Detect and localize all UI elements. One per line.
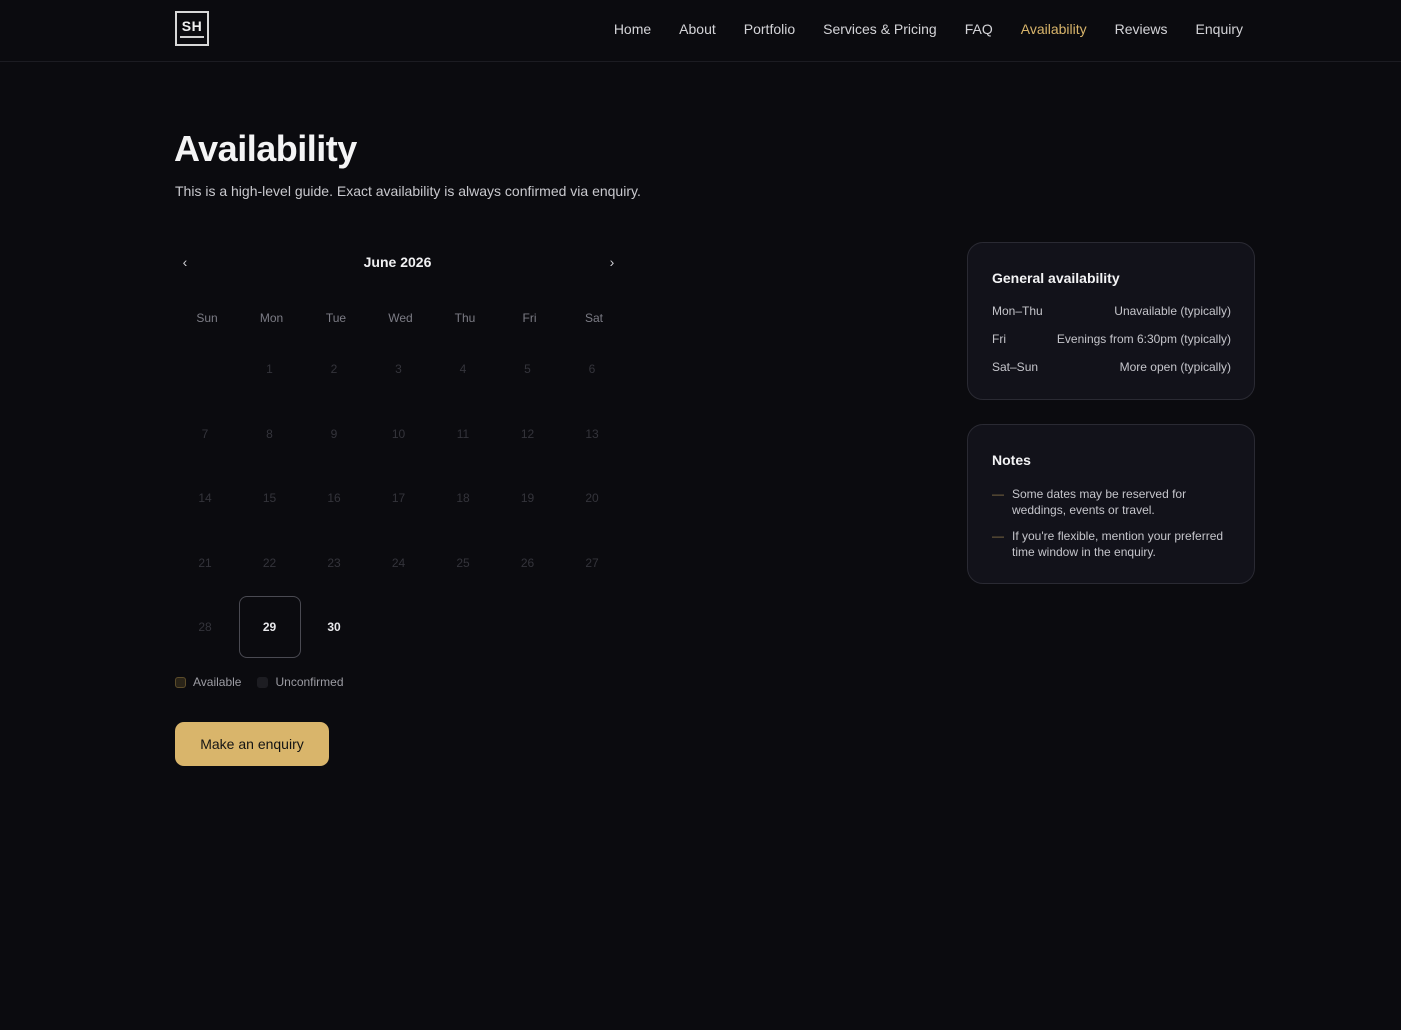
top-navigation-bar: SH Home About Portfolio Services & Prici… xyxy=(0,0,1401,62)
calendar-day: 21 xyxy=(198,555,212,570)
calendar-day: 25 xyxy=(456,555,470,570)
weekday-label: Mon xyxy=(259,311,284,325)
calendar-day: 20 xyxy=(585,491,599,505)
calendar-day: 10 xyxy=(391,426,406,441)
make-enquiry-button[interactable]: Make an enquiry xyxy=(175,722,329,766)
availability-status: More open (typically) xyxy=(1119,360,1231,374)
calendar-day: 9 xyxy=(330,426,338,441)
unconfirmed-swatch-icon xyxy=(257,676,269,688)
calendar-day[interactable]: 30 xyxy=(303,596,365,658)
calendar-day: 28 xyxy=(198,620,212,634)
calendar-day: 4 xyxy=(459,362,467,376)
weekday-label: Wed xyxy=(388,311,413,325)
calendar-day: 5 xyxy=(524,362,531,376)
chevron-right-icon[interactable]: › xyxy=(602,254,622,270)
dash-bullet-icon: — xyxy=(992,487,1004,501)
logo-text: SH xyxy=(181,18,203,34)
available-swatch-icon xyxy=(175,676,186,688)
notes-title: Notes xyxy=(992,452,1031,468)
availability-row: Fri Evenings from 6:30pm (typically) xyxy=(992,332,1231,346)
availability-day: Fri xyxy=(992,332,1006,346)
nav-portfolio[interactable]: Portfolio xyxy=(744,19,795,39)
legend-unconfirmed-label: Unconfirmed xyxy=(275,675,344,689)
calendar-day: 3 xyxy=(395,362,402,376)
nav-reviews[interactable]: Reviews xyxy=(1115,19,1168,39)
calendar-day: 14 xyxy=(198,491,212,505)
note-text: Some dates may be reserved for weddings,… xyxy=(1012,487,1187,517)
nav-home[interactable]: Home xyxy=(614,19,651,39)
nav-faq[interactable]: FAQ xyxy=(965,19,993,39)
availability-status: Unavailable (typically) xyxy=(1114,304,1231,318)
calendar-legend: Available Unconfirmed xyxy=(175,675,360,689)
availability-row: Mon–Thu Unavailable (typically) xyxy=(992,304,1231,318)
logo-underline xyxy=(180,36,204,38)
chevron-left-icon[interactable]: ‹ xyxy=(175,254,195,270)
calendar-day: 11 xyxy=(456,426,470,441)
calendar-month-label: June 2026 xyxy=(363,254,432,270)
notes-card: Notes — Some dates may be reserved for w… xyxy=(967,424,1255,584)
general-availability-title: General availability xyxy=(992,270,1120,286)
availability-row: Sat–Sun More open (typically) xyxy=(992,360,1231,374)
nav-availability[interactable]: Availability xyxy=(1021,19,1087,39)
nav-about[interactable]: About xyxy=(679,19,716,39)
calendar-day: 27 xyxy=(585,555,599,570)
calendar-day: 2 xyxy=(330,362,338,376)
weekday-label: Fri xyxy=(522,311,537,325)
availability-status: Evenings from 6:30pm (typically) xyxy=(1056,332,1231,346)
calendar-day: 19 xyxy=(520,491,535,505)
calendar-day[interactable]: 29 xyxy=(238,596,301,658)
legend-available-label: Available xyxy=(193,675,242,689)
nav-enquiry[interactable]: Enquiry xyxy=(1196,19,1243,39)
calendar-header: June 2026 ‹ › xyxy=(175,252,620,274)
nav-services-pricing[interactable]: Services & Pricing xyxy=(823,19,937,39)
calendar-day: 23 xyxy=(327,555,341,570)
calendar-day: 12 xyxy=(520,426,535,441)
calendar-day: 8 xyxy=(266,426,273,441)
calendar-day: 22 xyxy=(262,555,277,570)
calendar-day: 6 xyxy=(588,362,596,376)
note-item: — If you're flexible, mention your prefe… xyxy=(992,528,1232,560)
calendar-day: 24 xyxy=(391,555,406,570)
calendar-day: 18 xyxy=(456,491,470,505)
page-title: Availability xyxy=(174,128,357,169)
page-subtitle: This is a high-level guide. Exact availa… xyxy=(175,183,641,199)
calendar-day: 7 xyxy=(201,426,209,441)
weekday-label: Sat xyxy=(584,311,603,325)
brand-logo[interactable]: SH xyxy=(175,11,209,46)
note-item: — Some dates may be reserved for wedding… xyxy=(992,486,1232,518)
calendar-day: 26 xyxy=(520,555,535,570)
dash-bullet-icon: — xyxy=(992,529,1004,543)
availability-day: Sat–Sun xyxy=(992,360,1039,374)
weekday-label: Thu xyxy=(454,311,476,325)
calendar-day: 16 xyxy=(327,491,341,505)
availability-day: Mon–Thu xyxy=(992,304,1043,318)
weekday-label: Sun xyxy=(196,311,218,325)
calendar-day: 17 xyxy=(391,491,406,505)
weekday-label: Tue xyxy=(325,311,347,325)
calendar-day: 15 xyxy=(262,491,277,505)
general-availability-card: General availability Mon–Thu Unavailable… xyxy=(967,242,1255,400)
calendar-day: 13 xyxy=(585,426,599,441)
note-text: If you're flexible, mention your preferr… xyxy=(1012,529,1224,559)
main-nav: Home About Portfolio Services & Pricing … xyxy=(586,19,1243,39)
calendar-day: 1 xyxy=(266,362,273,376)
